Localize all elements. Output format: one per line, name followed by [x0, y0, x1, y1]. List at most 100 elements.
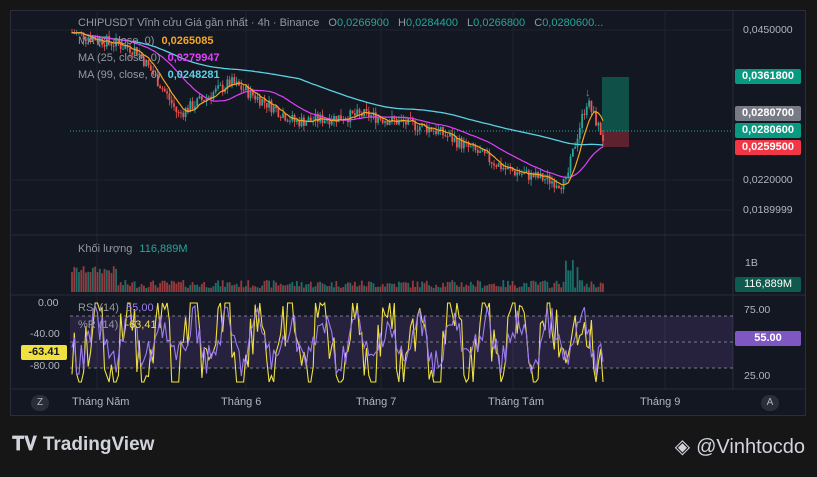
volume-bar [388, 283, 391, 292]
volume-bar [379, 286, 382, 292]
legend-ma99[interactable]: MA (99, close, 0) 0,0248281 [78, 68, 220, 83]
volume-bar [96, 272, 99, 292]
time-label: Tháng 9 [640, 396, 681, 408]
candle-body [173, 103, 175, 107]
low-value: 0,0266800 [473, 17, 526, 29]
volume-bar [138, 286, 141, 292]
volume-bar [393, 283, 396, 292]
volume-bar [228, 282, 231, 292]
candle-body [544, 179, 546, 181]
zoom-button[interactable]: Z [31, 395, 49, 411]
volume-bar [108, 270, 111, 292]
volume-bar [210, 287, 213, 292]
time-label: Tháng Tám [488, 396, 545, 408]
legend-ma7[interactable]: MA (7, close, 0) 0,0265085 [78, 34, 213, 49]
volume-bar [444, 286, 447, 292]
volume-bar [544, 280, 546, 292]
candle-body [323, 120, 326, 124]
volume-bar [302, 287, 305, 292]
tradingview-logo-icon: 𝐓𝐕 [12, 434, 37, 455]
wr-value: -63,41 [125, 319, 157, 331]
candle-body [365, 109, 368, 112]
candle-body [516, 172, 519, 176]
volume-bar [152, 280, 155, 292]
volume-bar [507, 280, 509, 292]
volume-bar [493, 283, 495, 292]
candle-body [504, 167, 507, 170]
candle-body [416, 130, 419, 132]
legend-wr[interactable]: %R (14) -63,41 [78, 318, 157, 333]
legend-ma25[interactable]: MA (25, close, 0) 0,0279947 [78, 51, 220, 66]
rsi-tick: 25.00 [744, 370, 771, 382]
candle-body [449, 134, 451, 137]
candle-body [574, 146, 577, 149]
volume-bar [351, 285, 354, 292]
volume-bar [402, 282, 405, 292]
candle-body [161, 88, 164, 90]
candle-body [481, 149, 484, 152]
volume-bar [497, 286, 500, 292]
candle-body [490, 162, 493, 164]
candle-body [453, 137, 456, 142]
volume-bar [184, 286, 187, 292]
candle-body [277, 108, 280, 117]
volume-bar [335, 281, 338, 292]
candle-body [507, 167, 509, 170]
candle-body [479, 151, 482, 153]
volume-bar [136, 287, 138, 292]
price-tick: 0,0220000 [743, 174, 793, 186]
legend-rsi[interactable]: RSI (14) 55,00 [78, 301, 154, 316]
candle-body [353, 113, 356, 116]
auto-scale-button[interactable]: A [761, 395, 779, 411]
volume-bar [168, 284, 171, 292]
volume-bar [553, 282, 556, 292]
volume-bar [238, 286, 240, 292]
volume-bar [182, 280, 185, 292]
volume-bar [423, 283, 426, 292]
volume-bar [207, 287, 210, 292]
legend-title-row: CHIPUSDT Vĩnh cửu Giá gần nhất · 4h · Bi… [78, 17, 604, 29]
volume-bars [71, 259, 604, 292]
volume-bar [173, 281, 175, 292]
volume-bar [326, 286, 328, 292]
volume-bar [602, 283, 604, 292]
volume-bar [226, 282, 229, 292]
volume-bar [456, 285, 458, 292]
volume-bar [520, 286, 523, 292]
candle-body [245, 86, 247, 91]
volume-bar [242, 287, 245, 292]
volume-bar [131, 282, 134, 292]
volume-bar [307, 284, 310, 292]
volume-bar [525, 283, 528, 292]
candle-body [435, 130, 437, 134]
volume-bar [330, 282, 333, 292]
volume-bar [569, 270, 572, 292]
volume-bar [509, 285, 512, 292]
volume-bar [170, 280, 173, 292]
candle-body [279, 116, 282, 118]
volume-bar [442, 282, 444, 292]
candle-body [493, 163, 495, 166]
time-label: Tháng Năm [72, 396, 130, 408]
candle-body [386, 120, 389, 125]
candle-body [432, 130, 435, 132]
volume-bar [409, 287, 412, 292]
volume-bar [581, 280, 584, 292]
volume-bar [124, 280, 127, 292]
volume-bar [258, 287, 261, 292]
open-value: 0,0266900 [336, 17, 389, 29]
candle-body [258, 96, 261, 106]
candle-body [595, 110, 597, 126]
volume-bar [432, 287, 435, 292]
candle-body [384, 120, 386, 123]
volume-bar [567, 270, 570, 292]
legend-volume[interactable]: Khối lượng 116,889M [78, 242, 188, 257]
volume-bar [516, 287, 519, 292]
profit-zone [602, 77, 629, 131]
volume-bar [224, 286, 226, 292]
volume-bar [115, 268, 117, 292]
volume-bar [147, 287, 150, 292]
candle-body [520, 173, 523, 175]
volume-bar [193, 284, 196, 292]
volume-bar [548, 287, 551, 292]
